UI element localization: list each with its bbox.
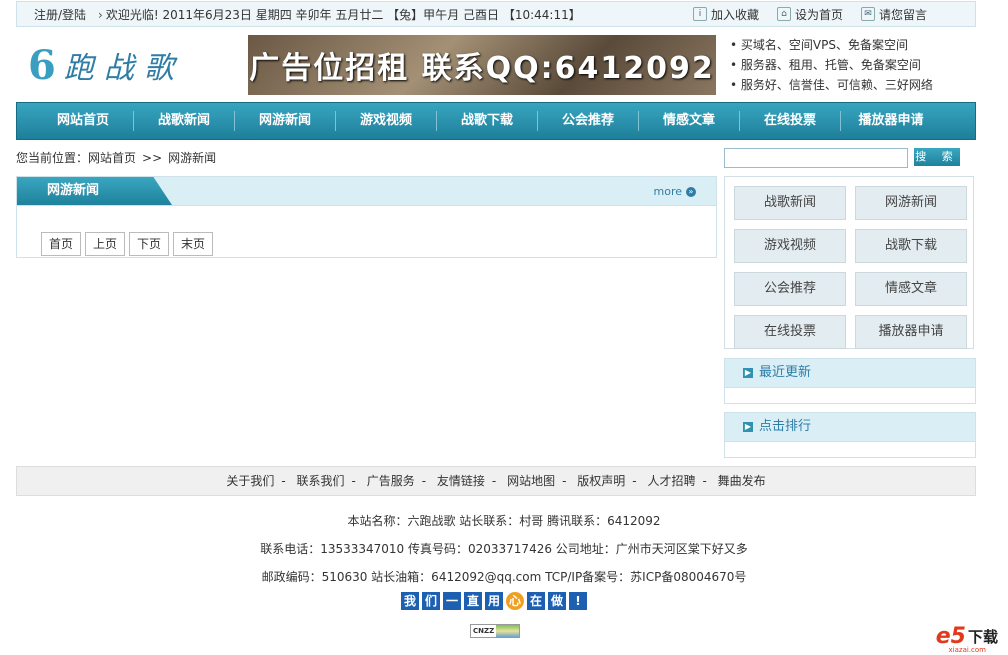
category-button[interactable]: 播放器申请	[855, 315, 967, 349]
search-bar: 搜 索	[724, 148, 960, 168]
category-button[interactable]: 战歌下载	[855, 229, 967, 263]
footer-link[interactable]: 友情链接	[437, 474, 485, 488]
leave-message-link[interactable]: ✉ 请您留言	[860, 6, 927, 23]
heart-icon: 心	[506, 592, 524, 610]
footer-link[interactable]: 版权声明	[577, 474, 625, 488]
news-panel: 网游新闻 more» 首页 上页 下页 末页	[16, 176, 717, 258]
category-button[interactable]: 战歌新闻	[734, 186, 846, 220]
panel-header: 网游新闻 more»	[17, 177, 716, 206]
footer-nav: 关于我们 - 联系我们 - 广告服务 - 友情链接 - 网站地图 - 版权声明 - 人才招聘…	[16, 466, 976, 496]
nav-online-game-news[interactable]: 网游新闻	[235, 111, 336, 131]
message-icon: ✉	[860, 7, 875, 21]
nav-download[interactable]: 战歌下载	[437, 111, 538, 131]
nav-articles[interactable]: 情感文章	[639, 111, 740, 131]
nav-zhange-news[interactable]: 战歌新闻	[134, 111, 235, 131]
top-bar: 注册/登陆 欢迎光临! 2011年6月23日 星期四 辛卯年 五月廿二 【兔】甲…	[16, 1, 976, 27]
page-last[interactable]: 末页	[173, 232, 213, 256]
nav-vote[interactable]: 在线投票	[740, 111, 841, 131]
breadcrumb-home[interactable]: 网站首页	[88, 151, 136, 165]
breadcrumb: 您当前位置：网站首页 >> 网游新闻	[16, 151, 217, 165]
click-rank-box: ▶ 点击排行	[724, 412, 976, 458]
play-arrow-icon: ▶	[743, 422, 753, 432]
footer-link[interactable]: 网站地图	[507, 474, 555, 488]
search-input[interactable]	[724, 148, 908, 168]
footer-postal-info: 邮政编码：510630 站长油箱：6412092@qq.com TCP/IP备案…	[261, 570, 747, 584]
category-button[interactable]: 情感文章	[855, 272, 967, 306]
category-button[interactable]: 网游新闻	[855, 186, 967, 220]
login-link[interactable]: 注册/登陆	[34, 6, 86, 23]
search-button[interactable]: 搜 索	[914, 148, 960, 166]
panel-title: 网游新闻	[17, 177, 172, 205]
download-site-watermark: e5 下载 xiazai.com	[935, 624, 998, 654]
page-next[interactable]: 下页	[129, 232, 169, 256]
footer-link[interactable]: 广告服务	[367, 474, 415, 488]
header-ad-item[interactable]: 服务器、租用、托管、免备案空间	[730, 55, 933, 75]
recent-updates-header: ▶ 最近更新	[725, 359, 975, 388]
page-prev[interactable]: 上页	[85, 232, 125, 256]
cnzz-counter[interactable]: CNZZ	[470, 624, 520, 638]
nav-player-apply[interactable]: 播放器申请	[841, 111, 941, 131]
header-ad-item[interactable]: 服务好、信誉佳、可信赖、三好网络	[730, 75, 933, 95]
main-nav: 网站首页 战歌新闻 网游新闻 游戏视频 战歌下载 公会推荐 情感文章 在线投票 …	[16, 102, 976, 140]
category-button[interactable]: 在线投票	[734, 315, 846, 349]
footer-site-info: 本站名称：六跑战歌 站长联系：村哥 腾讯联系：6412092	[347, 514, 661, 528]
footer-link[interactable]: 舞曲发布	[718, 474, 766, 488]
recent-updates-box: ▶ 最近更新	[724, 358, 976, 404]
nav-home[interactable]: 网站首页	[33, 111, 134, 131]
category-grid: 战歌新闻 网游新闻 游戏视频 战歌下载 公会推荐 情感文章 在线投票 播放器申请	[724, 176, 974, 349]
breadcrumb-current[interactable]: 网游新闻	[168, 151, 216, 165]
add-favorite-link[interactable]: i 加入收藏	[692, 6, 759, 23]
footer-link[interactable]: 关于我们	[226, 474, 274, 488]
footer-link[interactable]: 联系我们	[297, 474, 345, 488]
category-button[interactable]: 公会推荐	[734, 272, 846, 306]
footer-contact-info: 联系电话：13533347010 传真号码：02033717426 公司地址：广…	[260, 542, 748, 556]
more-link[interactable]: more»	[654, 185, 696, 198]
nav-game-video[interactable]: 游戏视频	[336, 111, 437, 131]
page-first[interactable]: 首页	[41, 232, 81, 256]
set-homepage-link[interactable]: ⌂ 设为首页	[776, 6, 843, 23]
ad-banner[interactable]: 广告位招租 联系QQ:6412092	[248, 35, 716, 95]
top-actions: i 加入收藏 ⌂ 设为首页 ✉ 请您留言	[692, 6, 927, 23]
footer-link[interactable]: 人才招聘	[647, 474, 695, 488]
info-icon: i	[692, 7, 707, 21]
header-ad-list: 买域名、空间VPS、免备案空间 服务器、租用、托管、免备案空间 服务好、信誉佳、…	[730, 35, 933, 95]
pagination: 首页 上页 下页 末页	[41, 232, 213, 256]
home-icon: ⌂	[776, 7, 791, 21]
play-arrow-icon: ▶	[743, 368, 753, 378]
welcome-date-text: 欢迎光临! 2011年6月23日 星期四 辛卯年 五月廿二 【兔】甲午月 己酉日…	[98, 6, 581, 23]
click-rank-header: ▶ 点击排行	[725, 413, 975, 442]
site-logo[interactable]: 6 跑战歌	[28, 40, 184, 90]
header-ad-item[interactable]: 买域名、空间VPS、免备案空间	[730, 35, 933, 55]
slogan-badge: 我 们 一 直 用 心 在 做 !	[401, 592, 588, 612]
nav-guild[interactable]: 公会推荐	[538, 111, 639, 131]
category-button[interactable]: 游戏视频	[734, 229, 846, 263]
double-chevron-icon: »	[686, 186, 696, 197]
